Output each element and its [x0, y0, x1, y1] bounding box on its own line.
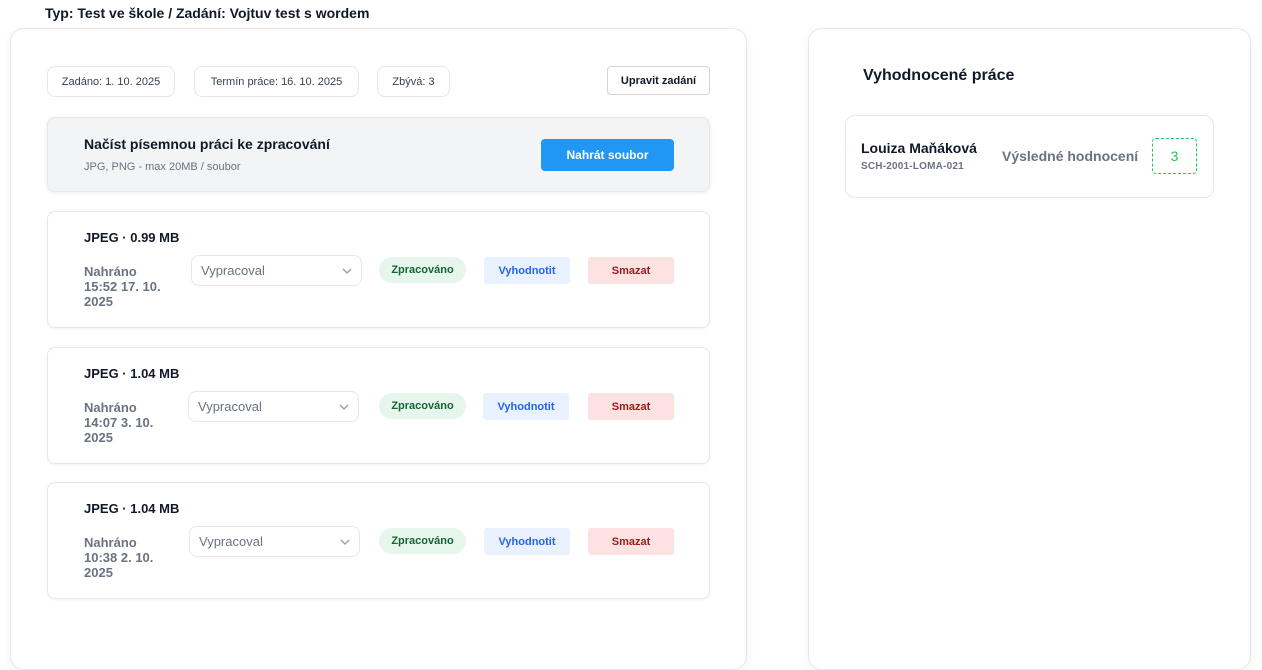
assignment-panel: Zadáno: 1. 10. 2025 Termín práce: 16. 10… [10, 28, 747, 670]
author-select[interactable]: Vypracoval [191, 255, 362, 286]
chevron-down-icon [342, 268, 352, 275]
delete-button[interactable]: Smazat [588, 528, 674, 555]
student-name: Louiza Maňáková [861, 140, 977, 156]
author-select[interactable]: Vypracoval [189, 526, 360, 557]
evaluate-button[interactable]: Vyhodnotit [484, 257, 570, 284]
status-badge: Zpracováno [379, 528, 466, 554]
deadline-chip: Termín práce: 16. 10. 2025 [194, 66, 359, 97]
chevron-down-icon [340, 539, 350, 546]
upload-subtitle: JPG, PNG - max 20MB / soubor [84, 161, 241, 173]
chevron-down-icon [339, 404, 349, 411]
status-badge: Zpracováno [379, 393, 466, 419]
author-select-value: Vypracoval [199, 534, 263, 549]
author-select-value: Vypracoval [198, 399, 262, 414]
file-uploaded-time: Nahráno 15:52 17. 10. 2025 [84, 264, 161, 309]
delete-button[interactable]: Smazat [588, 257, 674, 284]
evaluated-panel: Vyhodnocené práce Louiza Maňáková SCH-20… [808, 28, 1251, 670]
file-card: JPEG · 1.04 MB Nahráno 14:07 3. 10. 2025… [47, 347, 710, 464]
student-id: SCH-2001-LOMA-021 [861, 161, 964, 172]
file-title: JPEG · 0.99 MB [84, 230, 180, 245]
status-badge: Zpracováno [379, 257, 466, 283]
breadcrumb: Typ: Test ve škole / Zadání: Vojtuv test… [45, 5, 370, 21]
file-card: JPEG · 1.04 MB Nahráno 10:38 2. 10. 2025… [47, 482, 710, 599]
file-uploaded-time: Nahráno 10:38 2. 10. 2025 [84, 535, 154, 580]
remaining-chip: Zbývá: 3 [377, 66, 450, 97]
file-title: JPEG · 1.04 MB [84, 501, 180, 516]
assigned-date-chip: Zadáno: 1. 10. 2025 [47, 66, 175, 97]
evaluate-button[interactable]: Vyhodnotit [483, 393, 569, 420]
upload-title: Načíst písemnou práci ke zpracování [84, 136, 330, 152]
evaluated-title: Vyhodnocené práce [863, 67, 1015, 84]
file-title: JPEG · 1.04 MB [84, 366, 180, 381]
evaluate-button[interactable]: Vyhodnotit [484, 528, 570, 555]
upload-file-button[interactable]: Nahrát soubor [541, 139, 674, 171]
author-select[interactable]: Vypracoval [188, 391, 359, 422]
edit-assignment-button[interactable]: Upravit zadání [607, 66, 710, 95]
file-uploaded-time: Nahráno 14:07 3. 10. 2025 [84, 400, 154, 445]
delete-button[interactable]: Smazat [588, 393, 674, 420]
upload-section: Načíst písemnou práci ke zpracování JPG,… [47, 117, 710, 192]
file-card: JPEG · 0.99 MB Nahráno 15:52 17. 10. 202… [47, 211, 710, 328]
final-grade-value: 3 [1152, 138, 1197, 174]
final-grade-label: Výsledné hodnocení [1002, 148, 1139, 164]
author-select-value: Vypracoval [201, 263, 265, 278]
student-result-card[interactable]: Louiza Maňáková SCH-2001-LOMA-021 Výsled… [845, 115, 1214, 198]
